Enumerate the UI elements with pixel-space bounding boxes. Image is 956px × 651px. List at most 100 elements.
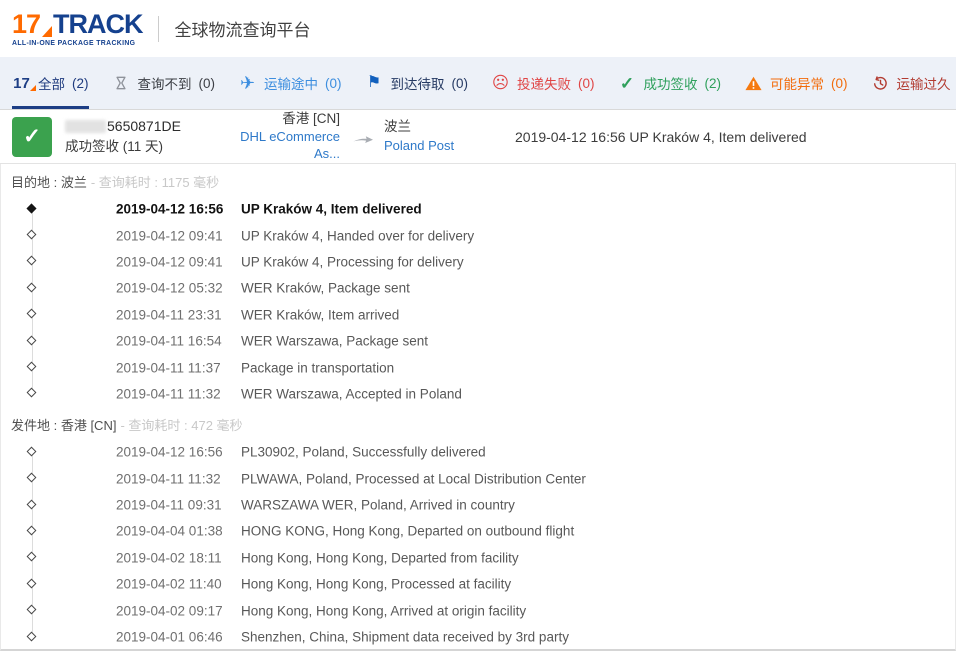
event-description: UP Kraków 4, Processing for delivery xyxy=(241,254,464,269)
page-title: 全球物流查询平台 xyxy=(175,16,311,41)
timeline-event-row: 2019-04-12 16:56 PL30902, Poland, Succes… xyxy=(1,439,955,465)
event-time: 2019-04-11 11:32 xyxy=(116,471,221,486)
logo-track-text: TRACK xyxy=(53,11,143,38)
tab-not-found[interactable]: 查询不到 (0) xyxy=(112,57,216,109)
logo-wordmark: 17 TRACK xyxy=(12,11,143,38)
tab-count: (2) xyxy=(705,76,722,91)
tab-alert[interactable]: 可能异常 (0) xyxy=(744,57,848,109)
origin-column: 香港 [CN] DHL eCommerce As... xyxy=(228,110,340,164)
tracking-number-redacted xyxy=(65,120,106,133)
timeline-diamond-icon xyxy=(27,335,37,345)
airplane-icon: ✈ xyxy=(238,74,257,92)
event-description: PLWAWA, Poland, Processed at Local Distr… xyxy=(241,471,586,486)
package-status: 成功签收 (11 天) xyxy=(65,139,181,155)
timeline-diamond-icon xyxy=(27,631,37,641)
route-columns: 香港 [CN] DHL eCommerce As... 波兰 Poland Po… xyxy=(228,110,504,163)
tab-transit-too-long[interactable]: 运输过久(0) xyxy=(871,57,956,109)
destination-events-timeline: 2019-04-12 16:56 UP Kraków 4, Item deliv… xyxy=(1,194,955,407)
tab-count: (0) xyxy=(199,76,216,91)
timeline-diamond-icon xyxy=(27,388,37,398)
origin-region: 香港 [CN] xyxy=(228,110,340,128)
event-time: 2019-04-01 06:46 xyxy=(116,630,223,645)
tab-in-transit[interactable]: ✈ 运输途中 (0) xyxy=(238,57,342,109)
timeline-event-row: 2019-04-02 11:40 Hong Kong, Hong Kong, P… xyxy=(1,571,955,597)
tab-label: 投递失败 xyxy=(517,73,571,93)
package-id-column: 5650871DE 成功签收 (11 天) xyxy=(65,118,181,155)
event-description: Shenzhen, China, Shipment data received … xyxy=(241,630,569,645)
origin-events-timeline: 2019-04-12 16:56 PL30902, Poland, Succes… xyxy=(1,437,955,650)
timeline-diamond-icon xyxy=(27,203,37,213)
event-time: 2019-04-11 23:31 xyxy=(116,307,222,322)
event-description: WER Warszawa, Accepted in Poland xyxy=(241,386,462,401)
tab-count: (0) xyxy=(578,76,595,91)
timeline-event-row: 2019-04-11 11:32 PLWAWA, Poland, Process… xyxy=(1,466,955,492)
tab-label: 全部 xyxy=(38,73,65,93)
timeline-event-row: 2019-04-02 18:11 Hong Kong, Hong Kong, D… xyxy=(1,545,955,571)
logo-wedge-icon xyxy=(42,26,52,37)
logo-17-text: 17 xyxy=(12,11,40,38)
timeline-diamond-icon xyxy=(27,578,37,588)
timeline-event-row: 2019-04-11 16:54 WER Warszawa, Package s… xyxy=(1,328,955,354)
tab-label: 运输途中 xyxy=(264,73,318,93)
origin-section-header: 发件地 : 香港 [CN]- 查询耗时 : 472 毫秒 xyxy=(1,407,955,437)
clock-history-icon xyxy=(871,76,890,91)
17-logo-icon: 17 xyxy=(12,75,31,92)
timeline-event-row: 2019-04-04 01:38 HONG KONG, Hong Kong, D… xyxy=(1,518,955,544)
tab-count: (2) xyxy=(72,76,89,91)
event-description: UP Kraków 4, Item delivered xyxy=(241,202,422,217)
event-time: 2019-04-11 09:31 xyxy=(116,498,222,513)
destination-carrier-link[interactable]: Poland Post xyxy=(384,137,454,155)
event-description: WER Kraków, Item arrived xyxy=(241,307,399,322)
event-time: 2019-04-02 09:17 xyxy=(116,603,223,618)
event-time: 2019-04-04 01:38 xyxy=(116,524,223,539)
timeline-diamond-icon xyxy=(27,605,37,615)
event-description: HONG KONG, Hong Kong, Departed on outbou… xyxy=(241,524,574,539)
timeline-diamond-icon xyxy=(27,282,37,292)
event-description: Package in transportation xyxy=(241,360,394,375)
timeline-diamond-icon xyxy=(27,499,37,509)
timeline-diamond-icon xyxy=(27,230,37,240)
tab-count: (0) xyxy=(325,76,342,91)
17track-logo[interactable]: 17 TRACK ALL-IN-ONE PACKAGE TRACKING xyxy=(12,11,143,47)
tab-pickup[interactable]: ⚑ 到达待取(0) xyxy=(365,57,469,109)
tracking-number: 5650871DE xyxy=(65,118,181,135)
event-time: 2019-04-02 18:11 xyxy=(116,550,222,565)
event-time: 2019-04-11 11:32 xyxy=(116,386,221,401)
destination-region: 波兰 xyxy=(384,118,504,136)
timeline-diamond-icon xyxy=(27,362,37,372)
tab-delivery-failed[interactable]: ☹ 投递失败 (0) xyxy=(491,57,595,109)
event-description: WER Kraków, Package sent xyxy=(241,281,410,296)
timeline-event-row: 2019-04-11 11:32 WER Warszawa, Accepted … xyxy=(1,381,955,407)
timeline-diamond-icon xyxy=(27,473,37,483)
event-description: WER Warszawa, Package sent xyxy=(241,334,428,349)
tab-count: (0) xyxy=(452,76,469,91)
status-filter-tabs: 17 全部 (2) 查询不到 (0) ✈ 运输途中 (0) ⚑ 到达待取(0) ☹ 投… xyxy=(0,57,956,110)
destination-query-time: - 查询耗时 : 1175 毫秒 xyxy=(91,175,219,190)
timeline-event-row: 2019-04-01 06:46 Shenzhen, China, Shipme… xyxy=(1,624,955,650)
package-summary-row[interactable]: ✓ 5650871DE 成功签收 (11 天) 香港 [CN] DHL eCom… xyxy=(0,110,956,164)
tab-count: (0) xyxy=(831,76,848,91)
logo-tagline: ALL-IN-ONE PACKAGE TRACKING xyxy=(12,40,143,47)
event-description: WARSZAWA WER, Poland, Arrived in country xyxy=(241,498,515,513)
event-description: Hong Kong, Hong Kong, Arrived at origin … xyxy=(241,603,526,618)
event-description: UP Kraków 4, Handed over for delivery xyxy=(241,228,474,243)
tab-all[interactable]: 17 全部 (2) xyxy=(12,57,89,109)
17track-page: 17 TRACK ALL-IN-ONE PACKAGE TRACKING 全球物… xyxy=(0,0,956,651)
warning-triangle-icon xyxy=(744,76,763,91)
timeline-event-row: 2019-04-12 05:32 WER Kraków, Package sen… xyxy=(1,275,955,301)
event-time: 2019-04-12 09:41 xyxy=(116,228,223,243)
event-time: 2019-04-02 11:40 xyxy=(116,577,222,592)
sad-face-icon: ☹ xyxy=(491,75,510,92)
timeline-event-row: 2019-04-11 11:37 Package in transportati… xyxy=(1,354,955,380)
hourglass-icon xyxy=(112,76,131,90)
check-icon: ✓ xyxy=(618,75,637,92)
timeline-event-row: 2019-04-02 09:17 Hong Kong, Hong Kong, A… xyxy=(1,597,955,623)
tab-delivered[interactable]: ✓ 成功签收(2) xyxy=(618,57,722,109)
header-divider xyxy=(158,16,159,42)
origin-carrier-link[interactable]: DHL eCommerce As... xyxy=(228,128,340,163)
delivered-check-icon: ✓ xyxy=(12,117,52,157)
tab-label: 查询不到 xyxy=(138,73,192,93)
event-time: 2019-04-11 11:37 xyxy=(116,360,221,375)
tracking-number-visible: 5650871DE xyxy=(107,118,181,135)
tab-label: 可能异常 xyxy=(770,73,824,93)
